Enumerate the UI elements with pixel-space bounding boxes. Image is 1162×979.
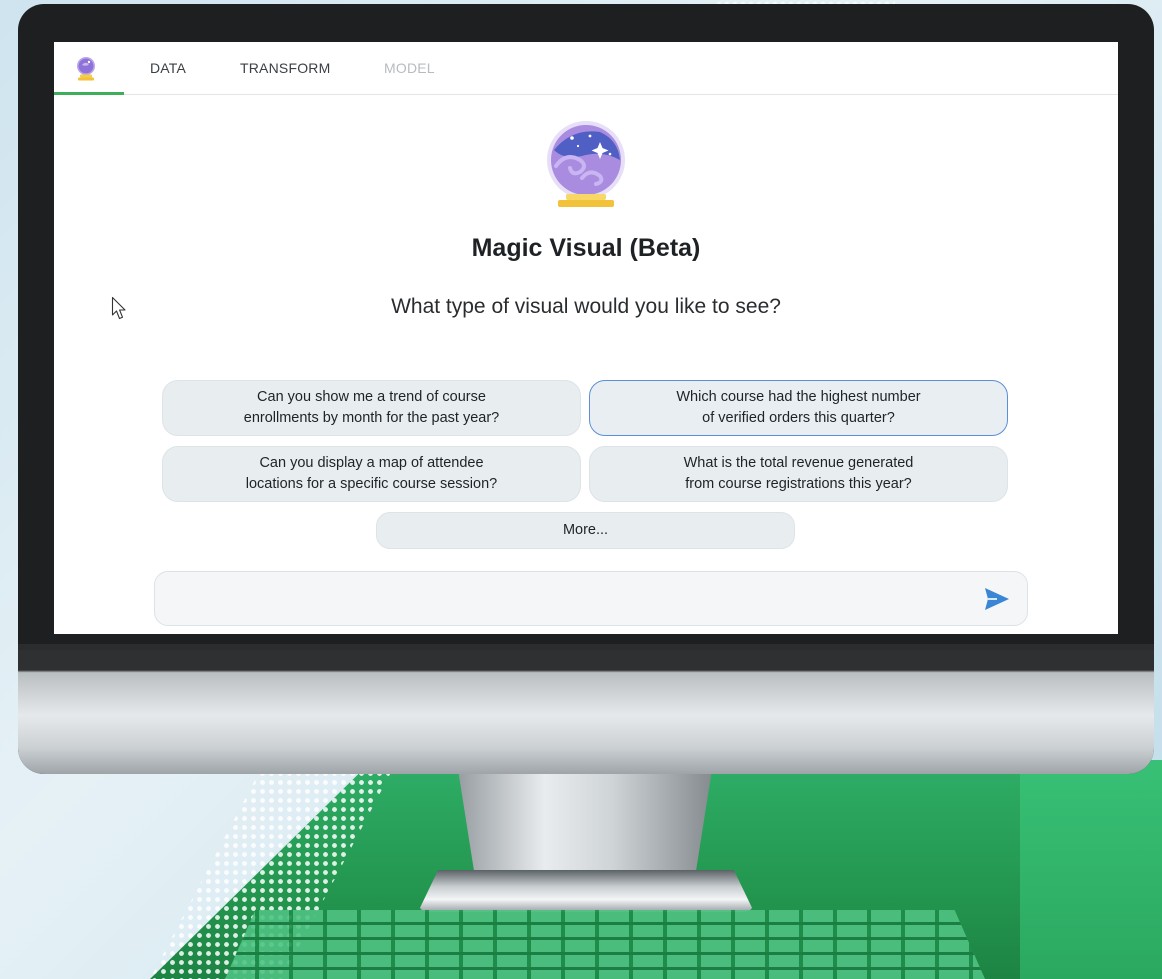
crystal-ball-icon: [547, 121, 625, 207]
more-label: More...: [562, 522, 609, 538]
desk-surface-right: [1020, 760, 1162, 979]
suggestion-chip[interactable]: What is the total revenue generated from…: [589, 446, 1008, 502]
tab-bar: DATA TRANSFORM MODEL: [54, 42, 1118, 95]
active-tab-indicator: [54, 92, 124, 95]
suggestion-text: Can you show me a trend of course enroll…: [243, 389, 500, 426]
tab-magic-visual[interactable]: [54, 42, 124, 95]
crystal-ball-icon: [77, 57, 95, 81]
monitor-chin: [18, 644, 1154, 774]
tab-data[interactable]: DATA: [150, 42, 186, 94]
send-icon[interactable]: [983, 586, 1011, 612]
suggestion-text: Can you display a map of attendee locati…: [245, 455, 498, 492]
suggestion-text: Which course had the highest number of v…: [676, 389, 921, 426]
suggestion-chip[interactable]: Can you show me a trend of course enroll…: [162, 380, 581, 436]
mouse-pointer-icon: [111, 296, 126, 320]
prompt-input[interactable]: [173, 572, 977, 627]
tab-model[interactable]: MODEL: [384, 42, 435, 94]
app-screen: DATA TRANSFORM MODEL Magic Visual (Beta)…: [54, 42, 1118, 634]
monitor-stand-base: [418, 870, 754, 912]
suggestion-chip[interactable]: Can you display a map of attendee locati…: [162, 446, 581, 502]
keyboard-rows: [225, 910, 985, 979]
tab-transform[interactable]: TRANSFORM: [240, 42, 330, 94]
suggestion-text: What is the total revenue generated from…: [683, 455, 914, 492]
prompt-box: [154, 571, 1028, 627]
suggestion-chip[interactable]: Which course had the highest number of v…: [589, 380, 1008, 436]
page-subtitle: What type of visual would you like to se…: [391, 295, 781, 318]
more-suggestions-button[interactable]: More...: [376, 512, 795, 549]
page-title: Magic Visual (Beta): [471, 234, 701, 262]
